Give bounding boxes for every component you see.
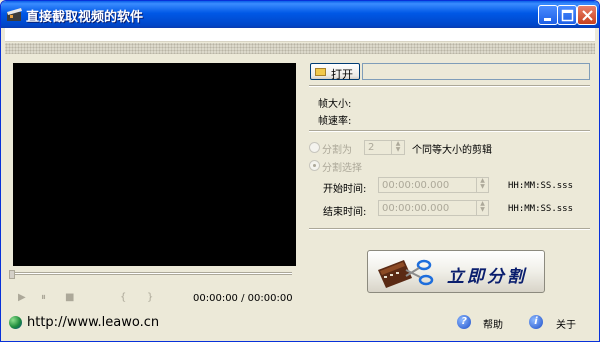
start-time-value: 00:00:00.000 <box>382 180 450 191</box>
info-icon[interactable]: i <box>529 315 543 329</box>
folder-icon <box>315 68 326 76</box>
end-time-label: 结束时间: <box>323 207 367 218</box>
split-count-value: 2 <box>368 142 375 153</box>
start-time-spin-buttons[interactable]: ▲ ▼ <box>476 178 488 192</box>
split-by-selection-label: 分割选择 <box>322 163 362 174</box>
split-by-count-label: 分割为 <box>322 145 352 156</box>
open-file-label: 打开 <box>331 68 353 81</box>
close-icon <box>582 10 593 21</box>
split-count-spin-buttons[interactable]: ▲ ▼ <box>391 141 404 154</box>
start-time-format-hint: HH:MM:SS.sss <box>508 181 574 191</box>
split-by-count-radio[interactable] <box>309 142 320 153</box>
divider <box>309 228 590 230</box>
frame-size-label: 帧大小: <box>318 99 352 110</box>
film-clapper-icon <box>7 8 22 21</box>
video-preview[interactable] <box>13 63 296 266</box>
seek-track[interactable] <box>9 272 292 275</box>
scissors-film-icon <box>378 259 434 288</box>
end-time-value: 00:00:00.000 <box>382 203 450 214</box>
file-path-field[interactable] <box>362 63 590 80</box>
end-time-format-hint: HH:MM:SS.sss <box>508 204 574 214</box>
maximize-button[interactable] <box>557 5 577 25</box>
end-time-field[interactable]: 00:00:00.000 ▲ ▼ <box>378 200 489 216</box>
about-link[interactable]: 关于 <box>556 316 576 331</box>
open-file-button[interactable]: 打开 <box>310 63 360 81</box>
split-by-selection-radio[interactable] <box>309 160 320 171</box>
minimize-icon <box>544 18 551 21</box>
mark-out-button[interactable]: } <box>147 292 153 304</box>
divider <box>309 85 590 87</box>
help-link[interactable]: 帮助 <box>483 316 503 331</box>
app-window: 直接截取视频的软件 ▶ ⏸ ■ { } 00:00:00 / 00:00:00 … <box>0 0 600 342</box>
maximize-icon <box>561 9 574 22</box>
split-count-spinner[interactable]: 2 ▲ ▼ <box>364 140 405 155</box>
play-button[interactable]: ▶ <box>18 292 26 304</box>
mark-in-button[interactable]: { <box>120 292 126 304</box>
window-title: 直接截取视频的软件 <box>26 10 144 25</box>
globe-icon <box>9 316 22 329</box>
menu-band <box>5 28 595 42</box>
frame-rate-label: 帧速率: <box>318 116 352 127</box>
close-button[interactable] <box>577 5 597 25</box>
time-display: 00:00:00 / 00:00:00 <box>193 293 293 304</box>
start-time-label: 开始时间: <box>323 184 367 195</box>
cut-now-button[interactable]: 立即分割 <box>367 250 545 293</box>
cut-now-label: 立即分割 <box>447 267 527 287</box>
split-count-suffix: 个同等大小的剪辑 <box>412 145 492 156</box>
seek-slider-thumb[interactable] <box>9 270 15 279</box>
title-bar[interactable]: 直接截取视频的软件 <box>1 1 599 28</box>
end-time-spin-buttons[interactable]: ▲ ▼ <box>476 201 488 215</box>
pause-button[interactable]: ⏸ <box>41 292 46 304</box>
divider <box>309 130 590 132</box>
header-separator-strip <box>5 43 595 54</box>
start-time-field[interactable]: 00:00:00.000 ▲ ▼ <box>378 177 489 193</box>
website-link[interactable]: http://www.leawo.cn <box>27 315 159 330</box>
stop-button[interactable]: ■ <box>65 292 74 304</box>
help-icon[interactable]: ? <box>457 315 471 329</box>
minimize-button[interactable] <box>538 5 558 25</box>
